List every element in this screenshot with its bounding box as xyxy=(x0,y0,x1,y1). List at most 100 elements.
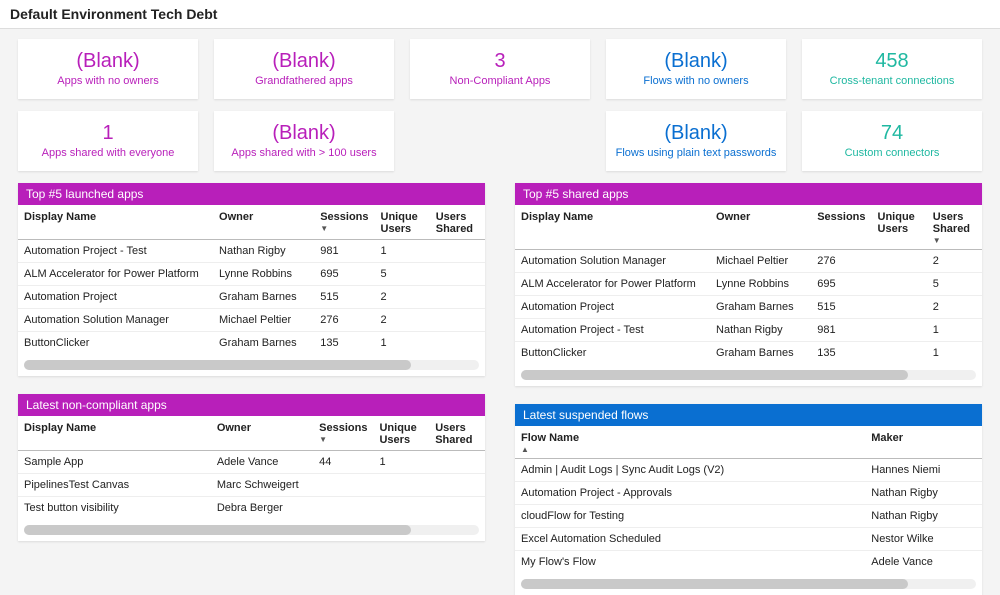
cell: Nathan Rigby xyxy=(213,240,314,263)
cell: 1 xyxy=(375,332,430,355)
table-row[interactable]: Excel Automation ScheduledNestor Wilke xyxy=(515,528,982,551)
table-row[interactable]: Automation ProjectGraham Barnes5152 xyxy=(515,296,982,319)
cell: Nathan Rigby xyxy=(865,505,982,528)
column-header-owner[interactable]: Owner xyxy=(213,205,314,240)
cell: Admin | Audit Logs | Sync Audit Logs (V2… xyxy=(515,459,865,482)
kpi-card[interactable]: 1Apps shared with everyone xyxy=(18,111,198,171)
kpi-label: Flows using plain text passwords xyxy=(612,147,780,159)
column-header-owner[interactable]: Owner xyxy=(211,416,313,451)
cell xyxy=(872,250,927,273)
cell: 135 xyxy=(811,342,871,365)
cell: 1 xyxy=(927,342,982,365)
cell: Michael Peltier xyxy=(213,309,314,332)
column-header-owner[interactable]: Owner xyxy=(710,205,811,250)
table-row[interactable]: ButtonClickerGraham Barnes1351 xyxy=(515,342,982,365)
kpi-label: Flows with no owners xyxy=(612,75,780,87)
column-header-users_shared[interactable]: Users Shared▼ xyxy=(927,205,982,250)
column-header-users_shared[interactable]: Users Shared xyxy=(430,205,485,240)
non-compliant-apps-table: Display NameOwnerSessions▼Unique UsersUs… xyxy=(18,416,485,519)
column-header-unique_users[interactable]: Unique Users xyxy=(872,205,927,250)
panels-grid: Top #5 launched apps Display NameOwnerSe… xyxy=(18,183,982,595)
table-row[interactable]: Automation ProjectGraham Barnes5152 xyxy=(18,286,485,309)
right-column: Top #5 shared apps Display NameOwnerSess… xyxy=(515,183,982,595)
horizontal-scrollbar[interactable] xyxy=(24,525,479,535)
kpi-value: (Blank) xyxy=(612,49,780,73)
kpi-card[interactable]: (Blank) Flows using plain text passwords xyxy=(606,111,786,171)
suspended-flows-panel: Latest suspended flows Flow Name▲Maker A… xyxy=(515,404,982,595)
cell: 695 xyxy=(811,273,871,296)
cell xyxy=(429,451,485,474)
cell: Adele Vance xyxy=(211,451,313,474)
cell xyxy=(313,497,373,520)
panel-title: Latest suspended flows xyxy=(515,404,982,426)
table-row[interactable]: Admin | Audit Logs | Sync Audit Logs (V2… xyxy=(515,459,982,482)
table-row[interactable]: PipelinesTest CanvasMarc Schweigert xyxy=(18,474,485,497)
kpi-card[interactable]: 3Non-Compliant Apps xyxy=(410,39,590,99)
horizontal-scrollbar[interactable] xyxy=(24,360,479,370)
cell: 44 xyxy=(313,451,373,474)
table-row[interactable]: ALM Accelerator for Power PlatformLynne … xyxy=(18,263,485,286)
column-header-users_shared[interactable]: Users Shared xyxy=(429,416,485,451)
table-row[interactable]: ButtonClickerGraham Barnes1351 xyxy=(18,332,485,355)
kpi-label: Apps shared with everyone xyxy=(24,147,192,159)
cell xyxy=(872,319,927,342)
kpi-value: (Blank) xyxy=(612,121,780,145)
kpi-card[interactable]: (Blank)Apps shared with > 100 users xyxy=(214,111,394,171)
sort-desc-icon: ▼ xyxy=(320,225,368,233)
cell: ALM Accelerator for Power Platform xyxy=(515,273,710,296)
non-compliant-apps-panel: Latest non-compliant apps Display NameOw… xyxy=(18,394,485,541)
column-header-flow_name[interactable]: Flow Name▲ xyxy=(515,426,865,459)
table-row[interactable]: Sample AppAdele Vance441 xyxy=(18,451,485,474)
column-header-sessions[interactable]: Sessions▼ xyxy=(314,205,374,240)
table-row[interactable]: Automation Solution ManagerMichael Pelti… xyxy=(18,309,485,332)
column-header-display_name[interactable]: Display Name xyxy=(18,416,211,451)
table-row[interactable]: cloudFlow for TestingNathan Rigby xyxy=(515,505,982,528)
cell: Lynne Robbins xyxy=(213,263,314,286)
top-launched-apps-panel: Top #5 launched apps Display NameOwnerSe… xyxy=(18,183,485,376)
cell: 981 xyxy=(314,240,374,263)
cell: PipelinesTest Canvas xyxy=(18,474,211,497)
cell: Nathan Rigby xyxy=(710,319,811,342)
kpi-label: Apps shared with > 100 users xyxy=(220,147,388,159)
cell: 2 xyxy=(927,296,982,319)
panel-title: Latest non-compliant apps xyxy=(18,394,485,416)
column-header-display_name[interactable]: Display Name xyxy=(18,205,213,240)
column-header-unique_users[interactable]: Unique Users xyxy=(375,205,430,240)
column-header-sessions[interactable]: Sessions▼ xyxy=(313,416,373,451)
table-row[interactable]: ALM Accelerator for Power PlatformLynne … xyxy=(515,273,982,296)
column-header-display_name[interactable]: Display Name xyxy=(515,205,710,250)
cell: Nestor Wilke xyxy=(865,528,982,551)
cell: 2 xyxy=(927,250,982,273)
table-row[interactable]: Automation Solution ManagerMichael Pelti… xyxy=(515,250,982,273)
cell: Graham Barnes xyxy=(710,296,811,319)
cell: 1 xyxy=(375,240,430,263)
sort-desc-icon: ▼ xyxy=(933,237,976,245)
kpi-card[interactable]: 458Cross-tenant connections xyxy=(802,39,982,99)
cell: Sample App xyxy=(18,451,211,474)
top-shared-apps-panel: Top #5 shared apps Display NameOwnerSess… xyxy=(515,183,982,386)
cell xyxy=(430,263,485,286)
kpi-value: 458 xyxy=(808,49,976,73)
cell: 695 xyxy=(314,263,374,286)
sort-asc-icon: ▲ xyxy=(521,446,859,454)
kpi-card[interactable]: 74Custom connectors xyxy=(802,111,982,171)
kpi-value: 3 xyxy=(416,49,584,73)
cell xyxy=(872,296,927,319)
cell: ALM Accelerator for Power Platform xyxy=(18,263,213,286)
horizontal-scrollbar[interactable] xyxy=(521,579,976,589)
kpi-card[interactable]: (Blank)Grandfathered apps xyxy=(214,39,394,99)
column-header-maker[interactable]: Maker xyxy=(865,426,982,459)
table-row[interactable]: Test button visibilityDebra Berger xyxy=(18,497,485,520)
kpi-card[interactable]: (Blank) Flows with no owners xyxy=(606,39,786,99)
table-row[interactable]: Automation Project - TestNathan Rigby981… xyxy=(18,240,485,263)
cell: 515 xyxy=(314,286,374,309)
column-header-unique_users[interactable]: Unique Users xyxy=(373,416,429,451)
kpi-card[interactable]: (Blank)Apps with no owners xyxy=(18,39,198,99)
horizontal-scrollbar[interactable] xyxy=(521,370,976,380)
table-row[interactable]: Automation Project - TestNathan Rigby981… xyxy=(515,319,982,342)
cell: Hannes Niemi xyxy=(865,459,982,482)
column-header-sessions[interactable]: Sessions xyxy=(811,205,871,250)
cell: Graham Barnes xyxy=(213,286,314,309)
cell: Graham Barnes xyxy=(710,342,811,365)
table-row[interactable]: Automation Project - ApprovalsNathan Rig… xyxy=(515,482,982,505)
